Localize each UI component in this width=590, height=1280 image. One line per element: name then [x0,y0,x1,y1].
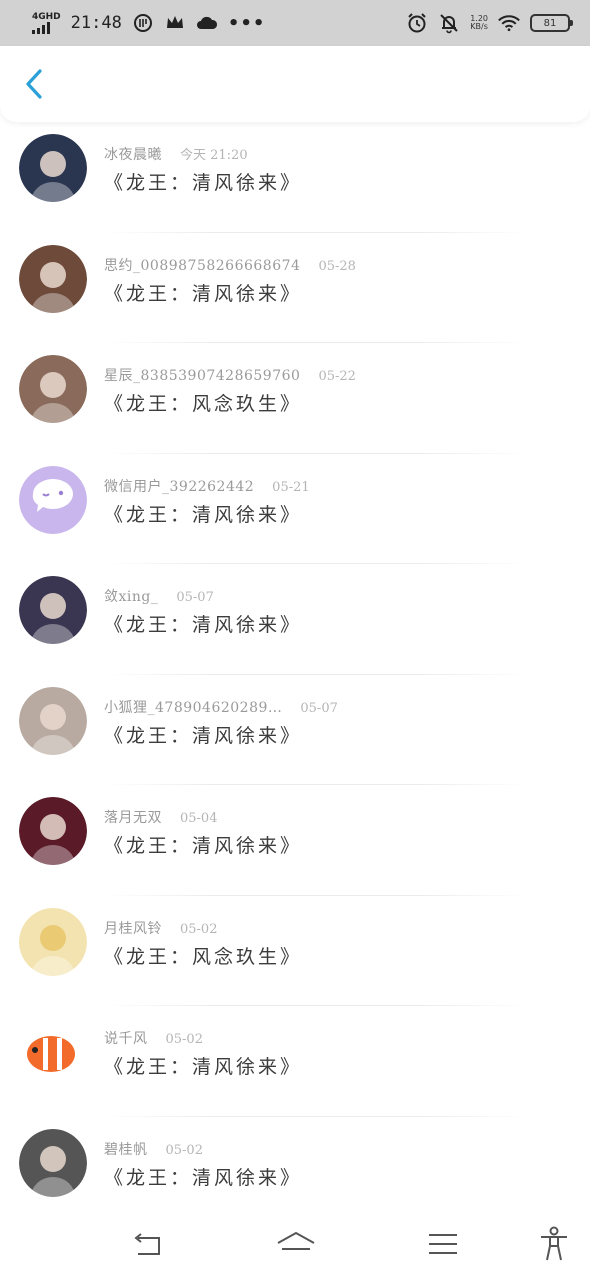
comment-date: 05-04 [180,811,218,826]
network-speed-unit: KB/s [470,22,488,31]
list-item[interactable]: 冰夜晨曦 今天 21:20 《龙王：清风徐来》 [0,122,590,233]
nav-menu-button[interactable] [423,1224,463,1264]
list-item[interactable]: 星辰_83853907428659760 05-22 《龙王：风念玖生》 [0,343,590,454]
comment-meta: 月桂风铃 05-02 [104,918,217,938]
username: 微信用户_392262442 [104,478,255,495]
comment-list: 冰夜晨曦 今天 21:20 《龙王：清风徐来》 思约_008987582666686​… [0,122,590,1227]
book-title: 《龙王：清风徐来》 [104,835,303,857]
comment-meta: 说千风 05-02 [104,1028,203,1048]
comment-date: 今天 21:20 [180,148,248,163]
comment-date: 05-28 [318,258,356,274]
status-bar: 4GHD 21:48 ••• 1.20 KB/s 81 [0,0,590,46]
list-item[interactable]: 碧桂帆 05-02 《龙王：清风徐来》 [0,1117,590,1227]
book-title: 《龙王：风念玖生》 [104,945,303,968]
comment-meta: 碧桂帆 05-02 [104,1139,203,1159]
home-icon [277,1231,315,1250]
signal-icon: 4GHD [32,11,61,34]
back-button[interactable] [16,66,52,102]
avatar[interactable] [19,1128,87,1197]
comment-meta: 星辰_83853907428659760 05-22 [104,365,356,385]
comment-date: 05-02 [180,921,218,937]
comment-meta: 冰夜晨曦 今天 21:20 [104,144,248,164]
list-item[interactable]: 微信用户_392262442 05-21 《龙王：清风徐来》 [0,454,590,564]
comment-meta: 落月无双 05-04 [104,807,217,827]
network-type: 4GHD [32,11,61,22]
chevron-left-icon [26,69,42,99]
more-notifications-icon: ••• [227,12,266,34]
comment-date: 05-22 [318,369,356,384]
nav-accessibility-button[interactable] [534,1224,574,1264]
book-title: 《龙王：清风徐来》 [104,614,303,636]
comment-date: 05-07 [300,700,338,716]
battery-level: 81 [543,17,557,29]
list-item[interactable]: 小狐狸_478904620289… 05-07 《龙王：清风徐来》 [0,675,590,785]
menu-icon [429,1234,457,1254]
avatar[interactable] [19,134,87,202]
nav-home-button[interactable] [276,1224,316,1264]
username: 月桂风铃 [104,920,162,937]
avatar[interactable] [19,686,87,755]
back-icon [134,1233,160,1255]
username: 敛xing_ [104,589,159,605]
network-speed: 1.20 KB/s [470,14,488,32]
book-title: 《龙王：风念玖生》 [104,393,303,415]
book-title: 《龙王：清风徐来》 [104,172,303,194]
comment-meta: 微信用户_392262442 05-21 [104,476,310,496]
avatar[interactable] [19,355,87,423]
wifi-icon [498,12,520,34]
avatar[interactable] [19,907,87,976]
app-notification-icon [132,12,154,34]
battery-icon: 81 [530,14,573,32]
list-item[interactable]: 月桂风铃 05-02 《龙王：风念玖生》 [0,896,590,1006]
list-item[interactable]: 落月无双 05-04 《龙王：清风徐来》 [0,785,590,896]
comment-date: 05-02 [165,1032,203,1047]
book-title: 《龙王：清风徐来》 [104,503,303,526]
book-title: 《龙王：清风徐来》 [104,282,303,305]
username: 思约_008987582666686​74 [104,257,301,274]
book-title: 《龙王：清风徐来》 [104,1056,303,1078]
username: 落月无双 [104,810,162,826]
username: 说千风 [104,1031,148,1047]
status-bar-left: 4GHD 21:48 ••• [32,12,265,34]
clock: 21:48 [70,13,122,33]
mute-bell-icon [438,12,460,34]
list-item[interactable]: 说千风 05-02 《龙王：清风徐来》 [0,1006,590,1117]
accessibility-icon [541,1226,567,1261]
comment-meta: 小狐狸_478904620289… 05-07 [104,697,338,717]
username: 星辰_83853907428659760 [104,368,301,384]
system-nav-bar [0,1212,590,1280]
avatar[interactable] [19,1018,87,1086]
comment-date: 05-02 [165,1142,203,1158]
comment-date: 05-07 [176,590,214,605]
username: 冰夜晨曦 [104,147,162,163]
avatar[interactable] [19,244,87,313]
avatar[interactable] [19,797,87,865]
comment-meta: 敛xing_ 05-07 [104,586,214,606]
alarm-icon [406,12,428,34]
list-item[interactable]: 思约_008987582666686​74 05-28 《龙王：清风徐来》 [0,233,590,343]
avatar[interactable] [19,465,87,534]
avatar[interactable] [19,576,87,644]
weather-cloud-icon [196,12,218,34]
username: 碧桂帆 [104,1141,148,1158]
list-item[interactable]: 敛xing_ 05-07 《龙王：清风徐来》 [0,564,590,675]
comment-meta: 思约_008987582666686​74 05-28 [104,255,356,275]
book-title: 《龙王：清风徐来》 [104,1166,303,1189]
username: 小狐狸_478904620289… [104,699,283,716]
top-bar [0,46,590,122]
comment-date: 05-21 [272,479,310,495]
crown-icon [164,12,186,34]
nav-back-button[interactable] [126,1224,166,1264]
status-bar-right: 1.20 KB/s 81 [406,12,573,34]
book-title: 《龙王：清风徐来》 [104,724,303,747]
